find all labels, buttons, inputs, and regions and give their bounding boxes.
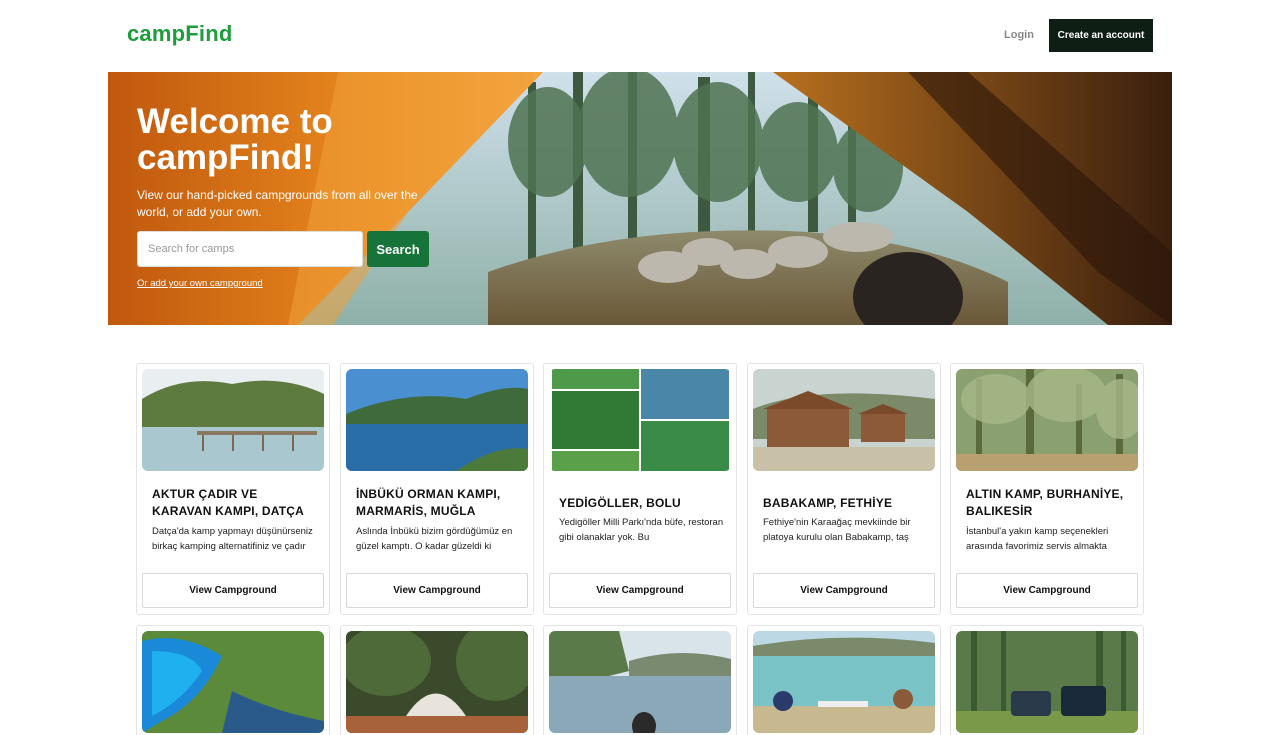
campground-image [549, 369, 731, 471]
campground-card: AKTUR ÇADIR VE KARAVAN KAMPI, DATÇA Datç… [136, 363, 330, 615]
hero-title: Welcome to campFind! [137, 102, 333, 177]
campground-title: BABAKAMP, FETHİYE [763, 496, 893, 510]
view-campground-button[interactable]: View Campground [956, 573, 1138, 608]
campground-image [346, 631, 528, 733]
campground-description: Aslında İnbükü bizim gördüğümüz en güzel… [356, 526, 513, 552]
campground-image [142, 369, 324, 471]
campground-card: İNBÜKÜ ORMAN KAMPI, MARMARİS, MUĞLA Aslı… [340, 363, 534, 615]
campground-card: YEDİGÖLLER, BOLU Yedigöller Milli Parkı'… [543, 363, 737, 615]
navbar: campFind Login Create an account [0, 0, 1280, 72]
create-account-button[interactable]: Create an account [1049, 19, 1153, 52]
campground-card [136, 625, 330, 735]
campground-card [950, 625, 1144, 735]
campground-title: ALTIN KAMP, BURHANİYE, BALIKESİR [966, 487, 1124, 518]
brand-logo[interactable]: campFind [127, 21, 233, 47]
campground-card [340, 625, 534, 735]
view-campground-button[interactable]: View Campground [142, 573, 324, 608]
campground-title: AKTUR ÇADIR VE KARAVAN KAMPI, DATÇA [152, 487, 304, 518]
login-link[interactable]: Login [1004, 29, 1034, 41]
campground-image [753, 631, 935, 733]
campground-image [753, 369, 935, 471]
search-button[interactable]: Search [367, 231, 429, 267]
campground-description: Fethiye'nin Karaağaç mevkiinde bir plato… [763, 517, 911, 543]
campground-card: ALTIN KAMP, BURHANİYE, BALIKESİR İstanbu… [950, 363, 1144, 615]
campground-card [543, 625, 737, 735]
search-input[interactable] [137, 231, 363, 267]
add-campground-link[interactable]: Or add your own campground [137, 278, 263, 289]
campground-image [142, 631, 324, 733]
campground-card: BABAKAMP, FETHİYE Fethiye'nin Karaağaç m… [747, 363, 941, 615]
campground-description: Yedigöller Milli Parkı'nda büfe, restora… [559, 517, 724, 543]
campground-description: Datça'da kamp yapmayı düşünürseniz birka… [152, 526, 313, 552]
campground-description: İstanbul'a yakın kamp seçenekleri arasın… [966, 526, 1109, 552]
campground-title: YEDİGÖLLER, BOLU [559, 496, 681, 510]
view-campground-button[interactable]: View Campground [753, 573, 935, 608]
campground-image [346, 369, 528, 471]
campground-card [747, 625, 941, 735]
hero-banner: Welcome to campFind! View our hand-picke… [108, 72, 1172, 325]
hero-subtitle: View our hand-picked campgrounds from al… [137, 188, 418, 219]
view-campground-button[interactable]: View Campground [346, 573, 528, 608]
view-campground-button[interactable]: View Campground [549, 573, 731, 608]
campground-image [549, 631, 731, 733]
campground-title: İNBÜKÜ ORMAN KAMPI, MARMARİS, MUĞLA [356, 487, 501, 518]
campground-image [956, 631, 1138, 733]
campground-image [956, 369, 1138, 471]
